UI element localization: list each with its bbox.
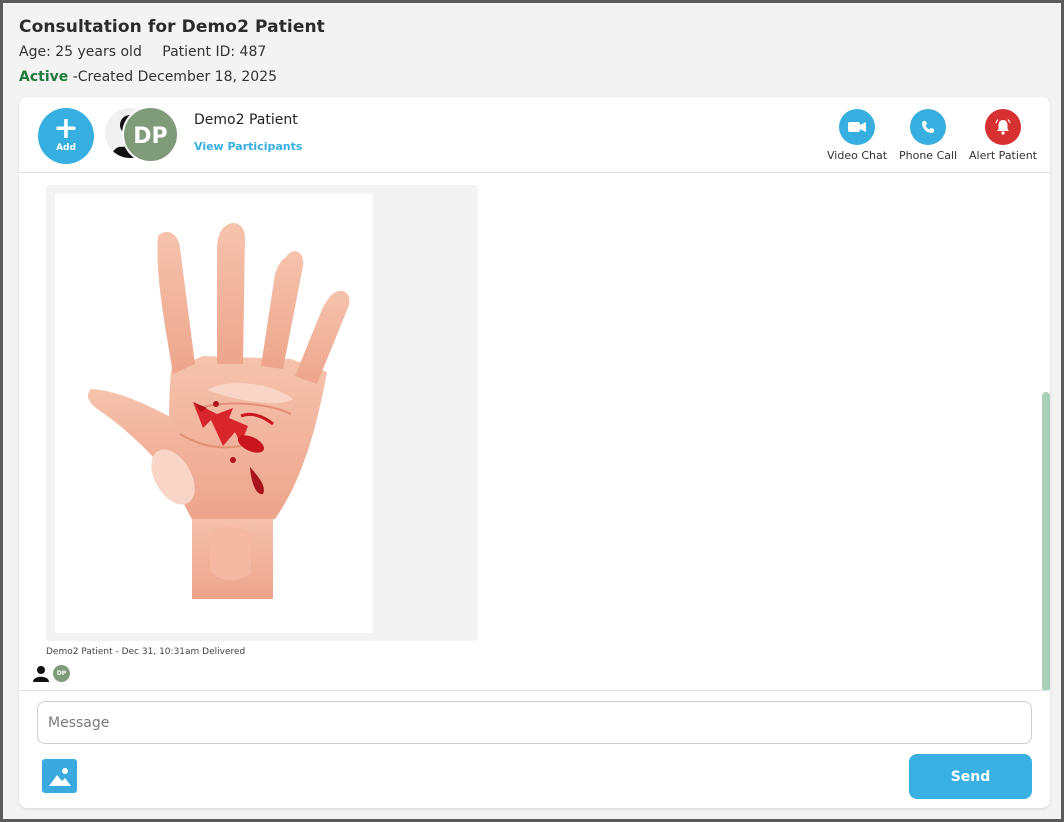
video-chat-button[interactable]: Video Chat — [827, 109, 887, 162]
message-meta: Demo2 Patient - Dec 31, 10:31am Delivere… — [46, 647, 246, 657]
chat-panel: + Add DP Demo2 Patient View Participants… — [19, 97, 1050, 808]
video-chat-label: Video Chat — [827, 149, 888, 162]
status-line: Active -Created December 18, 2025 — [19, 69, 325, 85]
message-list: Demo2 Patient - Dec 31, 10:31am Delivere… — [19, 174, 1050, 691]
alert-patient-button[interactable]: Alert Patient — [969, 109, 1037, 162]
app-frame: Consultation for Demo2 Patient Age: 25 y… — [0, 0, 1064, 822]
add-participant-button[interactable]: + Add — [38, 108, 94, 164]
patient-age: Age: 25 years old — [19, 44, 142, 60]
chat-scrollbar[interactable] — [1042, 392, 1050, 690]
patient-avatar: DP — [122, 106, 179, 163]
send-button[interactable]: Send — [909, 754, 1032, 799]
view-participants-link[interactable]: View Participants — [194, 140, 302, 153]
patient-id: Patient ID: 487 — [162, 44, 267, 60]
patient-meta: Age: 25 years old Patient ID: 487 — [19, 44, 325, 60]
image-icon — [48, 768, 71, 786]
alert-patient-label: Alert Patient — [969, 149, 1037, 162]
video-camera-icon — [839, 109, 876, 145]
read-receipt-avatar: DP — [53, 664, 70, 682]
status-badge: Active — [19, 69, 69, 85]
phone-call-button[interactable]: Phone Call — [899, 109, 957, 162]
participant-name: Demo2 Patient — [194, 112, 298, 128]
read-receipts: DP — [32, 664, 70, 682]
page-title: Consultation for Demo2 Patient — [19, 17, 325, 37]
attach-image-button[interactable] — [42, 759, 77, 793]
message-input[interactable] — [37, 701, 1032, 744]
phone-icon — [910, 109, 947, 145]
message-bubble — [46, 185, 478, 641]
injured-hand-illustration — [87, 223, 350, 599]
bell-icon — [984, 109, 1021, 145]
created-date: -Created December 18, 2025 — [68, 69, 277, 85]
user-silhouette-icon — [33, 666, 49, 682]
add-label: Add — [56, 143, 76, 153]
plus-icon: + — [53, 111, 79, 146]
chat-topbar: + Add DP Demo2 Patient View Participants… — [19, 97, 1050, 173]
consultation-header: Consultation for Demo2 Patient Age: 25 y… — [19, 17, 325, 85]
message-image-attachment[interactable] — [55, 194, 373, 633]
phone-call-label: Phone Call — [899, 149, 958, 162]
